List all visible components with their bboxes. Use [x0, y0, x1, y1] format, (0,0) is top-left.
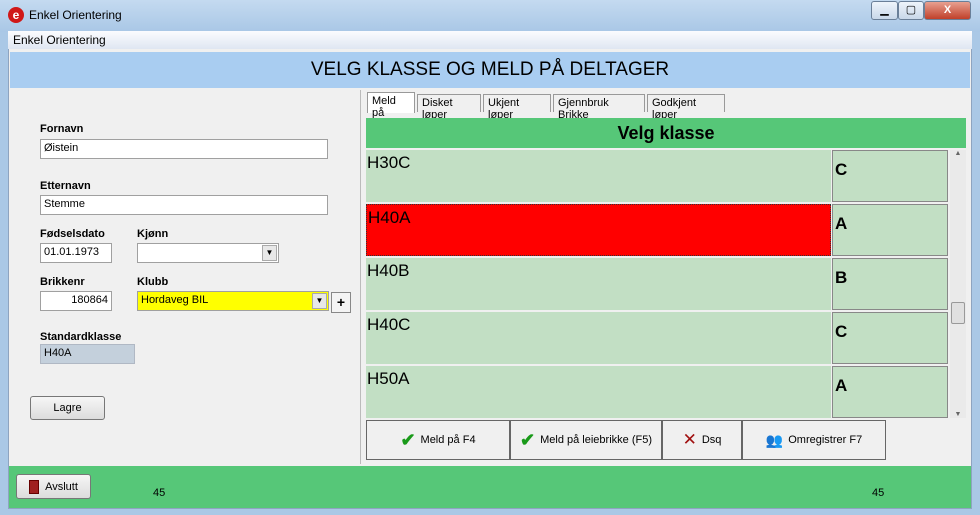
kjonn-label: Kjønn	[137, 228, 169, 240]
scroll-thumb[interactable]	[951, 302, 965, 324]
tab-1[interactable]: Disket løper	[417, 94, 481, 121]
meld-pa-button[interactable]: ✔ Meld på F4	[366, 420, 510, 460]
standardklasse-label: Standardklasse	[40, 331, 122, 343]
brikkenr-label: Brikkenr	[40, 276, 85, 288]
fodselsdato-label: Fødselsdato	[40, 228, 105, 240]
klubb-label: Klubb	[137, 276, 169, 288]
class-row[interactable]: H50A	[366, 366, 831, 418]
omregistrer-button[interactable]: 👥 Omregistrer F7	[742, 420, 886, 460]
tab-0[interactable]: Meld på	[367, 92, 415, 119]
title-bar: e Enkel Orientering ▁ ▢ X	[0, 0, 980, 32]
exit-door-icon	[29, 479, 40, 494]
menu-enkel-orientering[interactable]: Enkel Orientering	[13, 33, 106, 47]
close-button[interactable]: X	[924, 1, 971, 20]
checkmark-icon: ✔	[520, 429, 536, 450]
klubb-select[interactable]: Hordaveg BIL ▼	[137, 291, 329, 311]
menu-bar: Enkel Orientering	[8, 31, 972, 49]
add-club-button[interactable]: +	[331, 292, 351, 313]
lagre-button[interactable]: Lagre	[30, 396, 105, 420]
fodselsdato-field[interactable]: 01.01.1973	[40, 243, 112, 263]
chevron-down-icon[interactable]: ▼	[262, 245, 277, 261]
scroll-up-icon[interactable]: ▲	[950, 150, 966, 157]
maximize-button[interactable]: ▢	[898, 1, 924, 20]
tab-3[interactable]: Gjennbruk Brikke	[553, 94, 645, 121]
count-left: 45	[153, 487, 166, 499]
etternavn-field[interactable]: Stemme	[40, 195, 328, 215]
class-group-cell[interactable]: A	[832, 366, 948, 418]
class-row[interactable]: H40A	[366, 204, 831, 256]
class-row[interactable]: H40B	[366, 258, 831, 310]
class-group-cell[interactable]: C	[832, 312, 948, 364]
fornavn-label: Fornavn	[40, 123, 84, 135]
tab-2[interactable]: Ukjent løper	[483, 94, 551, 121]
brikkenr-field[interactable]: 180864	[40, 291, 112, 311]
class-group-cell[interactable]: A	[832, 204, 948, 256]
etternavn-label: Etternavn	[40, 180, 91, 192]
users-icon: 👥	[765, 431, 784, 448]
class-row[interactable]: H40C	[366, 312, 831, 364]
class-group-cell[interactable]: B	[832, 258, 948, 310]
x-icon: ✕	[682, 430, 697, 449]
grid-title: Velg klasse	[366, 118, 966, 148]
standardklasse-field: H40A	[40, 344, 135, 364]
page-title: VELG KLASSE OG MELD PÅ DELTAGER	[10, 52, 970, 88]
meld-pa-leiebrikke-button[interactable]: ✔ Meld på leiebrikke (F5)	[510, 420, 662, 460]
count-right: 45	[872, 487, 885, 499]
kjonn-select[interactable]: ▼	[137, 243, 279, 263]
tab-4[interactable]: Godkjent løper	[647, 94, 725, 121]
minimize-button[interactable]: ▁	[871, 1, 898, 20]
class-group-cell[interactable]: C	[832, 150, 948, 202]
scrollbar[interactable]: ▲ ▼	[950, 150, 966, 418]
checkmark-icon: ✔	[400, 429, 416, 450]
chevron-down-icon[interactable]: ▼	[312, 293, 327, 309]
class-row[interactable]: H30C	[366, 150, 831, 202]
window-title: Enkel Orientering	[29, 8, 122, 22]
app-icon: e	[8, 7, 24, 23]
avslutt-button[interactable]: Avslutt	[16, 474, 91, 499]
scroll-down-icon[interactable]: ▼	[950, 411, 966, 418]
dsq-button[interactable]: ✕ Dsq	[662, 420, 742, 460]
fornavn-field[interactable]: Øistein	[40, 139, 328, 159]
